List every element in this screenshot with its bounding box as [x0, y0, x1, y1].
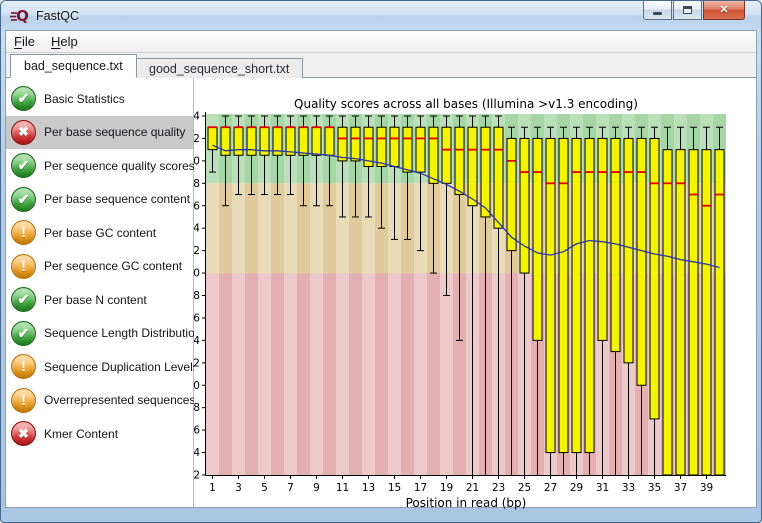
maximize-button[interactable] — [673, 1, 702, 20]
svg-text:8: 8 — [194, 402, 200, 414]
sidebar-item-per-base-n-content[interactable]: ✔ Per base N content — [6, 283, 193, 317]
fail-icon: ✖ — [11, 421, 36, 447]
minimize-button[interactable] — [643, 1, 672, 20]
svg-text:21: 21 — [466, 482, 479, 494]
sidebar-item-label: Overrepresented sequences — [44, 393, 196, 408]
sidebar-item-per-base-sequence-quality[interactable]: ✖ Per base sequence quality — [6, 115, 193, 149]
svg-text:2: 2 — [194, 470, 200, 482]
sidebar-item-kmer-content[interactable]: ✖ Kmer Content — [6, 417, 193, 451]
svg-text:Quality scores across all base: Quality scores across all bases (Illumin… — [294, 97, 638, 111]
tab-good-sequence-short-txt[interactable]: good_sequence_short.txt — [135, 58, 304, 78]
svg-text:39: 39 — [700, 482, 713, 494]
sidebar-item-sequence-length-distribution[interactable]: ✔ Sequence Length Distribution — [6, 317, 201, 351]
svg-text:14: 14 — [194, 335, 200, 347]
pass-icon: ✔ — [11, 186, 36, 212]
chart-panel: 2468101214161820222426283032341357911131… — [187, 78, 756, 510]
svg-text:9: 9 — [313, 482, 320, 494]
sidebar-item-per-sequence-quality-scores[interactable]: ✔ Per sequence quality scores — [6, 149, 195, 183]
svg-text:31: 31 — [596, 482, 609, 494]
svg-text:26: 26 — [194, 200, 200, 212]
svg-text:6: 6 — [194, 425, 200, 437]
svg-text:23: 23 — [492, 482, 505, 494]
sidebar-item-label: Per sequence quality scores — [44, 158, 195, 173]
sidebar-item-per-base-gc-content[interactable]: ! Per base GC content — [6, 216, 193, 250]
sidebar-item-label: Sequence Duplication Levels — [44, 359, 199, 374]
sidebar-item-label: Sequence Length Distribution — [44, 326, 202, 341]
quality-boxplot-chart: 2468101214161820222426283032341357911131… — [187, 97, 726, 510]
tab-bad-sequence-txt[interactable]: bad_sequence.txt — [10, 54, 137, 78]
svg-text:1: 1 — [209, 482, 216, 494]
svg-text:33: 33 — [622, 482, 635, 494]
warn-icon: ! — [11, 220, 36, 246]
sidebar-item-basic-statistics[interactable]: ✔ Basic Statistics — [6, 82, 193, 116]
svg-text:18: 18 — [194, 290, 200, 302]
warn-icon: ! — [11, 253, 36, 279]
svg-text:35: 35 — [648, 482, 661, 494]
module-sidebar: ✔ Basic Statistics ✖ Per base sequence q… — [6, 78, 201, 507]
svg-text:29: 29 — [570, 482, 583, 494]
svg-text:Q: Q — [16, 7, 29, 25]
sidebar-item-label: Per sequence GC content — [44, 259, 183, 274]
svg-text:30: 30 — [194, 155, 200, 167]
titlebar[interactable]: Q FastQC ✕ — [1, 1, 761, 30]
sidebar-item-label: Kmer Content — [44, 426, 119, 441]
fastqc-logo-icon: Q — [10, 7, 29, 25]
sidebar-item-per-base-sequence-content[interactable]: ✔ Per base sequence content — [6, 183, 193, 217]
menu-bar: File Help — [6, 31, 756, 53]
svg-text:27: 27 — [544, 482, 557, 494]
svg-text:5: 5 — [261, 482, 268, 494]
minimize-icon — [653, 11, 662, 15]
pass-icon: ✔ — [11, 320, 36, 346]
svg-text:34: 34 — [194, 111, 200, 123]
fail-icon: ✖ — [11, 119, 36, 145]
svg-text:11: 11 — [336, 482, 349, 494]
menu-file[interactable]: File — [14, 34, 35, 49]
sidebar-item-per-sequence-gc-content[interactable]: ! Per sequence GC content — [6, 250, 193, 284]
close-button[interactable]: ✕ — [703, 1, 745, 20]
window-frame: Q FastQC ✕ File Help bad_sequence.txt good… — [0, 0, 762, 523]
close-icon: ✕ — [719, 3, 729, 16]
fastqc-window: Q FastQC ✕ File Help bad_sequence.txt good… — [0, 0, 762, 523]
svg-text:13: 13 — [362, 482, 375, 494]
svg-text:12: 12 — [194, 357, 200, 369]
svg-text:32: 32 — [194, 133, 200, 145]
svg-text:20: 20 — [194, 268, 200, 280]
menu-help[interactable]: Help — [51, 34, 78, 49]
sidebar-item-sequence-duplication-levels[interactable]: ! Sequence Duplication Levels — [6, 350, 199, 384]
window-title: FastQC — [36, 8, 80, 23]
svg-text:3: 3 — [235, 482, 242, 494]
warn-icon: ! — [11, 354, 36, 380]
svg-text:28: 28 — [194, 178, 200, 190]
maximize-icon — [683, 6, 692, 14]
svg-text:17: 17 — [414, 482, 427, 494]
svg-text:24: 24 — [194, 223, 200, 235]
svg-text:25: 25 — [518, 482, 531, 494]
content-area: ✔ Basic Statistics ✖ Per base sequence q… — [6, 77, 756, 510]
sidebar-item-label: Basic Statistics — [44, 91, 125, 106]
svg-text:10: 10 — [194, 380, 200, 392]
svg-text:7: 7 — [287, 482, 294, 494]
tab-bar: bad_sequence.txt good_sequence_short.txt — [6, 53, 756, 78]
app-body: File Help bad_sequence.txt good_sequence_s… — [5, 30, 757, 510]
svg-text:16: 16 — [194, 312, 200, 324]
svg-text:15: 15 — [388, 482, 401, 494]
svg-text:19: 19 — [440, 482, 453, 494]
warn-icon: ! — [11, 387, 36, 413]
svg-text:4: 4 — [194, 447, 200, 459]
pass-icon: ✔ — [11, 287, 36, 313]
svg-text:22: 22 — [194, 245, 200, 257]
sidebar-item-label: Per base N content — [44, 292, 147, 307]
svg-text:Position in read (bp): Position in read (bp) — [406, 496, 527, 510]
svg-text:37: 37 — [674, 482, 687, 494]
sidebar-item-overrepresented-sequences[interactable]: ! Overrepresented sequences — [6, 384, 196, 418]
sidebar-item-label: Per base sequence content — [44, 192, 191, 207]
pass-icon: ✔ — [11, 86, 36, 112]
pass-icon: ✔ — [11, 153, 36, 179]
sidebar-item-label: Per base GC content — [44, 225, 157, 240]
sidebar-item-label: Per base sequence quality — [44, 125, 186, 140]
window-controls: ✕ — [643, 1, 745, 20]
